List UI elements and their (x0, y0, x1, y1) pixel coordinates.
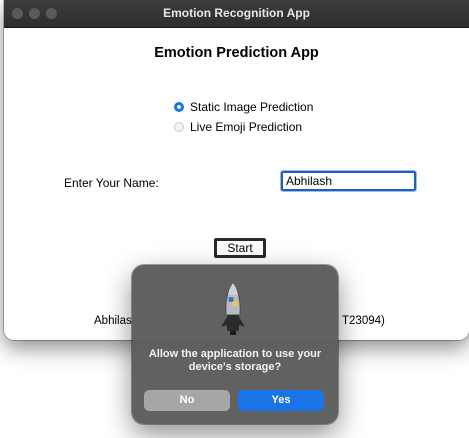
name-label: Enter Your Name: (64, 176, 159, 190)
window-title: Emotion Recognition App (163, 6, 310, 20)
radio-selected-icon[interactable] (174, 102, 184, 112)
python-rocket-icon (221, 282, 245, 335)
page-title: Emotion Prediction App (154, 45, 319, 61)
footer-text-left: Abhilas (94, 315, 132, 327)
dialog-message: Allow the application to use your device… (148, 348, 322, 373)
name-input[interactable] (280, 170, 417, 192)
no-button[interactable]: No (144, 390, 230, 411)
storage-permission-dialog: Allow the application to use your device… (132, 265, 338, 424)
radio-static-image[interactable]: Static Image Prediction (174, 100, 313, 114)
radio-static-image-label: Static Image Prediction (190, 100, 314, 114)
footer-text-right: T23094) (342, 315, 385, 327)
radio-live-emoji[interactable]: Live Emoji Prediction (174, 120, 302, 134)
start-button[interactable]: Start (214, 238, 266, 258)
yes-button[interactable]: Yes (238, 390, 324, 411)
title-bar[interactable]: Emotion Recognition App (4, 0, 469, 28)
radio-live-emoji-label: Live Emoji Prediction (190, 120, 303, 134)
radio-unselected-icon[interactable] (174, 122, 184, 132)
